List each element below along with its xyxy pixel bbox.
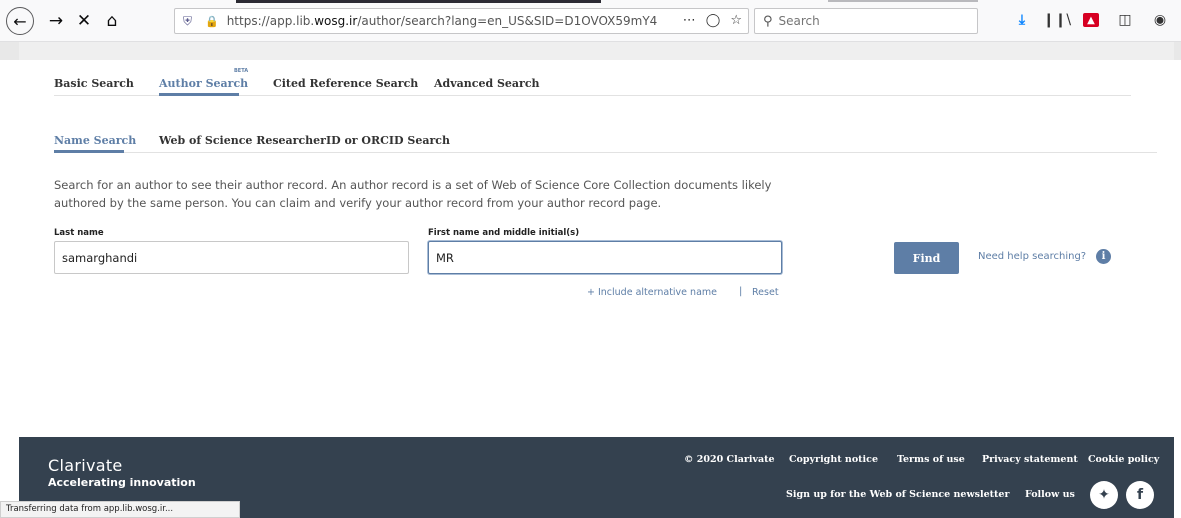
footer-tagline: Accelerating innovation bbox=[48, 476, 196, 489]
copyright-text: © 2020 Clarivate bbox=[684, 454, 775, 465]
sidebar-icon[interactable]: ◫ bbox=[1116, 11, 1134, 29]
browser-toolbar: ← → ✕ ⌂ ⛨ 🔒 https://app.lib.wosg.ir/auth… bbox=[0, 0, 1181, 44]
active-tab-indicator bbox=[236, 0, 601, 3]
terms-of-use-link[interactable]: Terms of use bbox=[897, 454, 965, 465]
beta-badge: BETA bbox=[234, 68, 249, 74]
tracking-shield-icon[interactable]: ⛨ bbox=[183, 14, 197, 29]
info-icon[interactable]: i bbox=[1096, 249, 1111, 264]
facebook-icon[interactable]: f bbox=[1126, 481, 1154, 509]
link-separator: | bbox=[739, 286, 743, 297]
account-icon[interactable]: ◉ bbox=[1151, 11, 1169, 29]
copyright-notice-link[interactable]: Copyright notice bbox=[789, 454, 878, 465]
clarivate-logo[interactable]: Clarivate bbox=[48, 456, 123, 475]
browser-search-input[interactable] bbox=[778, 14, 959, 28]
url-text[interactable]: https://app.lib.wosg.ir/author/search?la… bbox=[227, 14, 657, 28]
last-name-field[interactable]: samarghandi bbox=[54, 241, 409, 274]
last-name-label: Last name bbox=[54, 228, 104, 238]
first-name-field[interactable]: MR bbox=[428, 241, 782, 274]
search-icon: ⚲ bbox=[763, 13, 773, 29]
home-icon[interactable]: ⌂ bbox=[100, 9, 124, 33]
forward-arrow-icon[interactable]: → bbox=[44, 9, 68, 33]
page-header-band bbox=[19, 42, 1174, 60]
browser-window: ← → ✕ ⌂ ⛨ 🔒 https://app.lib.wosg.ir/auth… bbox=[0, 0, 1181, 518]
include-alternative-name-link[interactable]: + Include alternative name bbox=[587, 287, 717, 298]
author-search-sub-tabs: Name Search Web of Science ResearcherID … bbox=[54, 131, 1157, 153]
reset-link[interactable]: Reset bbox=[752, 287, 779, 298]
back-arrow-icon[interactable]: ← bbox=[6, 7, 34, 35]
active-tab-underline bbox=[159, 93, 239, 96]
newsletter-signup-link[interactable]: Sign up for the Web of Science newslette… bbox=[786, 489, 1009, 500]
stop-loading-icon[interactable]: ✕ bbox=[72, 9, 96, 33]
tab-author-search[interactable]: Author Search bbox=[159, 77, 248, 90]
search-type-tabs: Basic Search Author Search BETA Cited Re… bbox=[54, 68, 1131, 96]
find-button[interactable]: Find bbox=[894, 242, 959, 274]
privacy-statement-link[interactable]: Privacy statement bbox=[982, 454, 1078, 465]
tab-name-search[interactable]: Name Search bbox=[54, 134, 136, 147]
search-description: Search for an author to see their author… bbox=[54, 178, 772, 210]
tab-cited-reference-search[interactable]: Cited Reference Search bbox=[273, 77, 418, 90]
bookmark-star-icon[interactable]: ☆ bbox=[730, 13, 742, 28]
follow-us-label: Follow us bbox=[1025, 489, 1075, 500]
pocket-icon[interactable]: ◯ bbox=[706, 13, 721, 28]
help-searching-link[interactable]: Need help searching? bbox=[978, 251, 1086, 262]
download-icon[interactable]: ⤓ bbox=[1013, 11, 1031, 29]
tab-basic-search[interactable]: Basic Search bbox=[54, 77, 134, 90]
first-name-label: First name and middle initial(s) bbox=[428, 228, 580, 238]
lock-icon[interactable]: 🔒 bbox=[205, 15, 219, 28]
browser-search-bar[interactable]: ⚲ bbox=[754, 8, 978, 34]
page-actions-icon[interactable]: ⋯ bbox=[683, 13, 696, 28]
main-content bbox=[19, 42, 1174, 437]
tab-strip-divider bbox=[828, 0, 978, 2]
library-icon[interactable]: ❙❙\ bbox=[1043, 11, 1071, 29]
tab-advanced-search[interactable]: Advanced Search bbox=[434, 77, 540, 90]
active-sub-tab-underline bbox=[54, 150, 124, 153]
browser-status-bar: Transferring data from app.lib.wosg.ir..… bbox=[0, 501, 240, 518]
cookie-policy-link[interactable]: Cookie policy bbox=[1088, 454, 1159, 465]
url-bar[interactable]: ⛨ 🔒 https://app.lib.wosg.ir/author/searc… bbox=[174, 8, 749, 34]
twitter-icon[interactable]: ✦ bbox=[1090, 481, 1118, 509]
extension-icon[interactable]: ▲ bbox=[1083, 13, 1099, 27]
tab-researcherid-orcid-search[interactable]: Web of Science ResearcherID or ORCID Sea… bbox=[159, 134, 450, 147]
